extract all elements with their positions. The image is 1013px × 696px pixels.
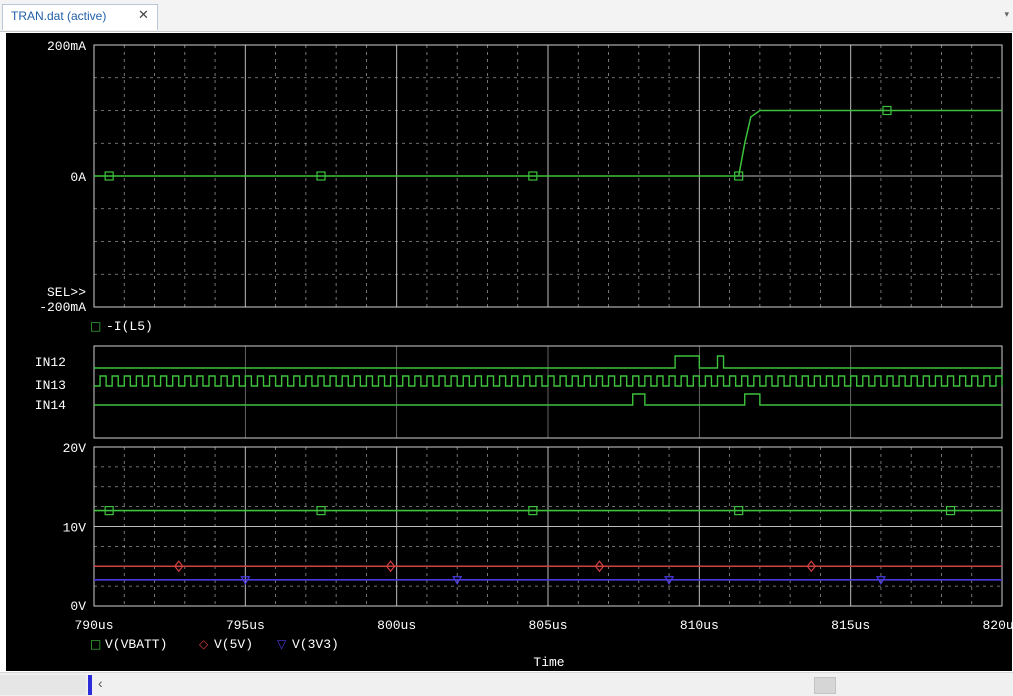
digital-trace-in13 — [94, 375, 1003, 387]
y-tick-label: -200mA — [39, 300, 86, 315]
y-tick-label: 10V — [63, 521, 87, 536]
scroll-position-indicator — [88, 675, 92, 695]
sel-marker: SEL>> — [47, 285, 86, 300]
horizontal-scrollbar[interactable]: ‹ — [0, 672, 1013, 696]
tab-label: TRAN.dat (active) — [11, 9, 107, 23]
tab-tran-dat[interactable]: TRAN.dat (active) ✕ — [2, 4, 158, 30]
scrollbar-thumb[interactable] — [814, 677, 836, 694]
plot-window[interactable]: 200mA 0A -200mA SEL>> □ -I(L5) IN12 IN13 IN14 20V… — [6, 33, 1012, 671]
digital-signal-label: IN13 — [35, 378, 66, 393]
legend-label: V(5V) — [214, 637, 253, 652]
tab-bar: TRAN.dat (active) ✕ ▾ — [0, 0, 1013, 32]
legend-marker: ▽ — [277, 637, 287, 651]
y-tick-label: 200mA — [47, 39, 86, 54]
scrollbar-track-left — [0, 675, 86, 695]
x-tick-label: 820us — [982, 618, 1012, 633]
legend-label: V(3V3) — [292, 637, 339, 652]
x-axis-title: Time — [533, 655, 564, 670]
digital-signal-label: IN14 — [35, 398, 66, 413]
legend-marker: ◇ — [199, 637, 209, 651]
digital-signal-label: IN12 — [35, 355, 66, 370]
y-tick-label: 0V — [70, 599, 86, 614]
close-icon[interactable]: ✕ — [138, 7, 149, 23]
x-tick-label: 810us — [680, 618, 719, 633]
x-tick-label: 800us — [377, 618, 416, 633]
legend-label: -I(L5) — [106, 319, 153, 334]
probe-plot[interactable]: 200mA 0A -200mASEL>> □ -I(L5) IN12 IN13 IN14 20V… — [6, 33, 1012, 671]
legend-marker: □ — [90, 319, 101, 333]
x-tick-label: 790us — [74, 618, 113, 633]
legend-label: V(VBATT) — [105, 637, 167, 652]
x-tick-label: 795us — [226, 618, 265, 633]
chevron-down-icon[interactable]: ▾ — [1004, 9, 1009, 20]
y-tick-label: 0A — [70, 170, 86, 185]
x-tick-label: 815us — [831, 618, 870, 633]
x-tick-label: 805us — [528, 618, 567, 633]
legend-marker: □ — [90, 637, 101, 651]
scroll-left-icon[interactable]: ‹ — [98, 675, 103, 691]
y-tick-label: 20V — [63, 441, 87, 456]
